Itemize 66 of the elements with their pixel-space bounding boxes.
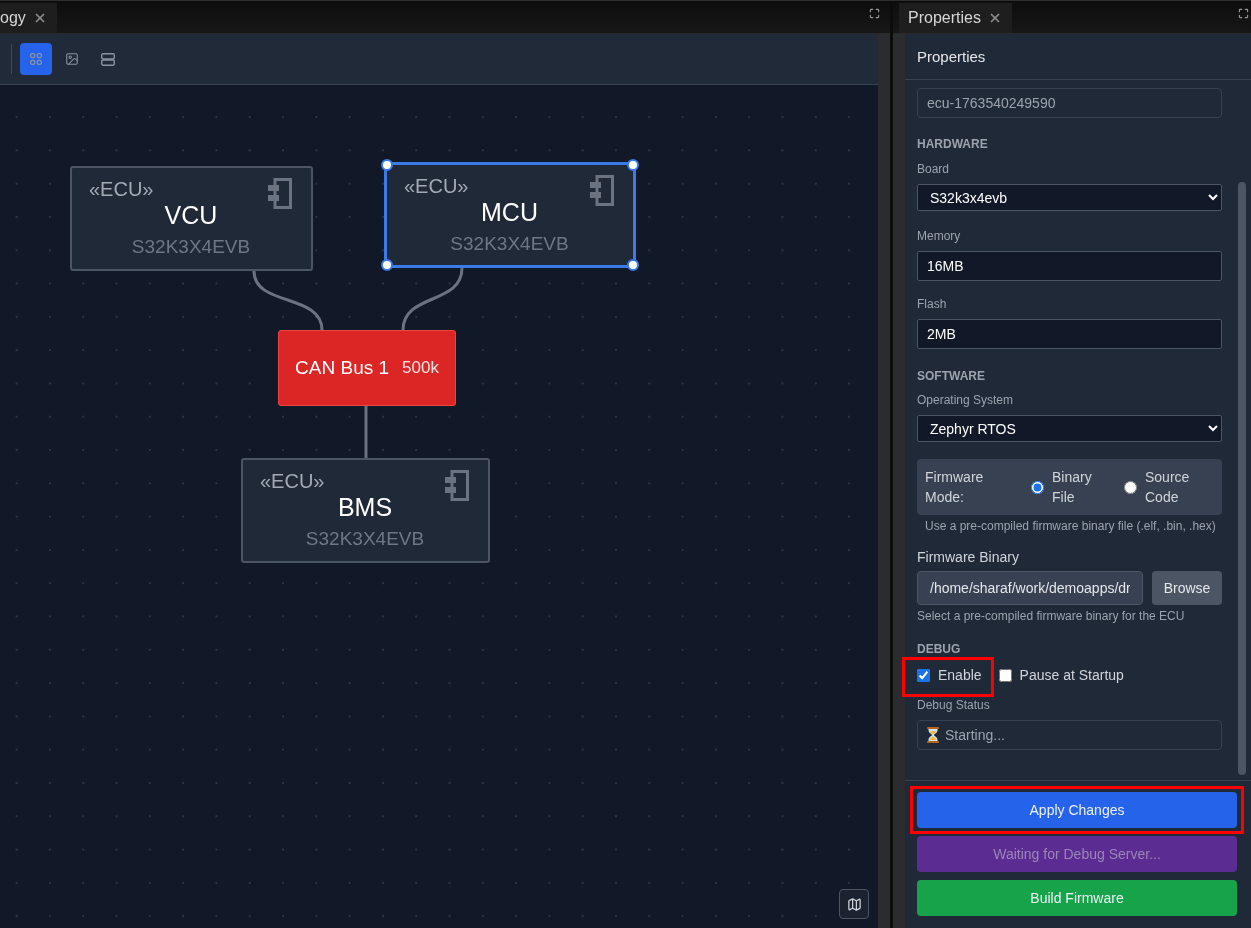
field-label: Board	[917, 162, 951, 176]
radio-label: Source Code	[1145, 468, 1191, 507]
checkbox[interactable]	[998, 668, 1012, 682]
ecu-node[interactable]: «ECU» BMS S32K3X4EVB	[241, 458, 490, 563]
field-label: Operating System	[917, 393, 1015, 407]
field-label: Firmware Binary	[917, 549, 1020, 565]
maximize-icon[interactable]	[1238, 7, 1249, 19]
radio-button[interactable]	[1124, 480, 1137, 494]
panel-tab[interactable]: ogy	[0, 3, 57, 33]
map-icon	[846, 896, 862, 912]
hourglass-icon	[927, 727, 939, 743]
panel-title: Properties	[917, 48, 986, 65]
resize-handle[interactable]	[627, 259, 639, 271]
flash-field[interactable]: 2MB	[917, 319, 1222, 349]
status-text: Starting...	[945, 727, 1005, 743]
node-board: S32K3X4EVB	[305, 528, 425, 550]
resize-handle[interactable]	[381, 259, 393, 271]
field-label: Firmware Mode:	[925, 468, 985, 507]
node-board: S32K3X4EVB	[450, 233, 569, 255]
os-select[interactable]: Zephyr RTOS	[917, 415, 1222, 442]
hint-text: Use a pre-compiled firmware binary file (.elf, .bin, .hex)	[924, 519, 1217, 533]
connector-line	[401, 267, 464, 331]
field-label: Memory	[917, 229, 962, 243]
field-label: Flash	[917, 297, 948, 311]
minimap-button[interactable]	[839, 889, 869, 919]
checkbox-label: Pause at Startup	[1019, 666, 1124, 684]
maximize-icon[interactable]	[869, 7, 880, 19]
ecu-node[interactable]: «ECU» MCU S32K3X4EVB	[384, 162, 636, 268]
scrollbar-thumb[interactable]	[1238, 182, 1246, 775]
node-name: MCU	[481, 198, 538, 227]
node-stereotype: «ECU»	[89, 178, 154, 200]
node-name: VCU	[164, 201, 218, 230]
radio-button[interactable]	[1031, 480, 1044, 494]
field-label: Debug Status	[917, 698, 991, 712]
bus-name: CAN Bus 1	[295, 357, 390, 379]
connector-line	[252, 270, 324, 331]
radio-label: Binary File	[1052, 468, 1093, 507]
image-icon	[65, 52, 79, 66]
grid-icon	[30, 53, 42, 65]
checkbox[interactable]	[917, 668, 930, 682]
component-icon	[590, 175, 614, 206]
node-board: S32K3X4EVB	[131, 236, 251, 258]
ecu-node[interactable]: «ECU» VCU S32K3X4EVB	[70, 166, 313, 271]
section-heading: HARDWARE	[917, 137, 989, 151]
memory-field[interactable]: 16MB	[917, 251, 1222, 281]
node-stereotype: «ECU»	[404, 175, 469, 197]
server-icon	[101, 52, 115, 66]
action-button[interactable]: Apply Changes	[917, 792, 1237, 828]
resize-handle[interactable]	[627, 159, 639, 171]
connector-line	[364, 406, 368, 458]
bus-speed: 500k	[402, 358, 439, 378]
file-path-field[interactable]: /home/sharaf/work/demoapps/dr	[917, 571, 1143, 605]
node-name: BMS	[337, 493, 393, 522]
node-stereotype: «ECU»	[260, 470, 325, 492]
component-icon	[445, 470, 469, 501]
section-heading: DEBUG	[917, 642, 962, 656]
panel-tab[interactable]: Properties	[899, 3, 1012, 33]
bus-node[interactable]: CAN Bus 1 500k	[278, 330, 456, 406]
resize-handle[interactable]	[381, 159, 393, 171]
browse-button[interactable]: Browse	[1152, 571, 1222, 605]
component-icon	[268, 178, 292, 209]
name-field[interactable]: ecu-1763540249590	[917, 88, 1222, 118]
board-select[interactable]: S32k3x4evb	[917, 184, 1222, 211]
section-heading: SOFTWARE	[917, 369, 986, 383]
hint-text: Select a pre-compiled firmware binary for the ECU	[917, 609, 1186, 623]
checkbox-label: Enable	[938, 666, 982, 684]
